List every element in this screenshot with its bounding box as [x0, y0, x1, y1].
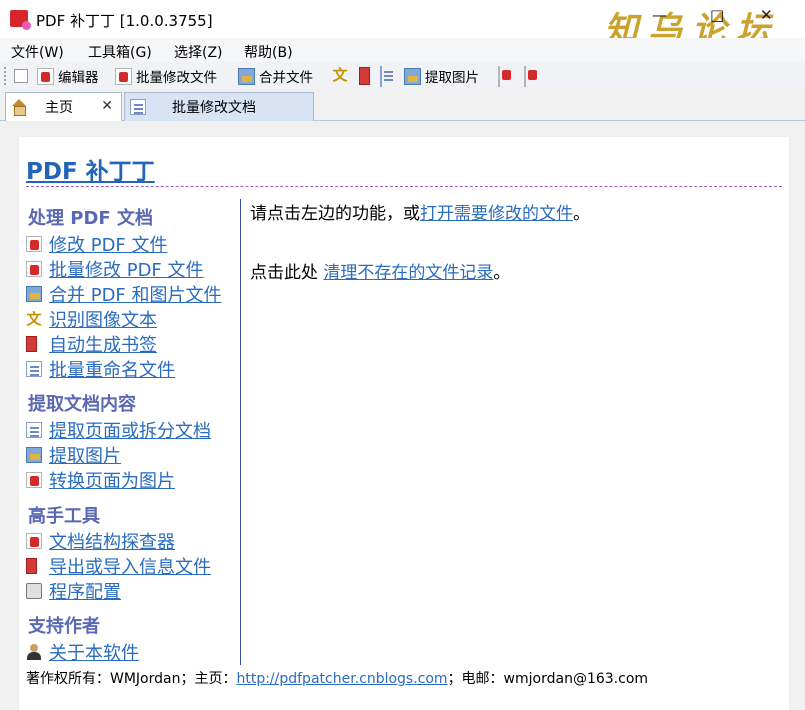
extract-pages-icon	[26, 422, 42, 438]
convert-to-image-icon	[26, 472, 42, 488]
section-heading-support: 支持作者	[28, 616, 100, 637]
link-extract-pages[interactable]: 提取页面或拆分文档	[26, 418, 211, 442]
intro-prefix: 请点击左边的功能，或	[250, 204, 420, 224]
rename-icon	[26, 361, 42, 377]
page-title[interactable]: PDF 补丁丁	[26, 152, 155, 186]
ocr-icon: 文	[26, 310, 42, 328]
link-label: 自动生成书签	[49, 335, 157, 356]
section-heading-extract: 提取文档内容	[28, 394, 136, 415]
batch-edit-label: 批量修改文件	[136, 70, 217, 86]
link-label: 批量重命名文件	[49, 360, 175, 381]
link-merge-pdf-images[interactable]: 合并 PDF 和图片文件	[26, 282, 222, 306]
footer: 著作权所有：WMJordan；主页：http://pdfpatcher.cnbl…	[26, 668, 648, 688]
document-icon	[130, 99, 146, 115]
window-title: PDF 补丁丁 [1.0.0.3755]	[36, 12, 213, 30]
homepage-link[interactable]: http://pdfpatcher.cnblogs.com	[236, 671, 447, 687]
title-divider	[26, 186, 782, 187]
pdf-edit-icon	[37, 67, 54, 85]
merge-icon	[238, 67, 255, 85]
merge-button[interactable]: 合并文件	[238, 66, 313, 86]
intro-line: 请点击左边的功能，或打开需要修改的文件。	[250, 199, 590, 224]
clean-records-link[interactable]: 清理不存在的文件记录	[323, 263, 493, 283]
extract-images-label: 提取图片	[425, 70, 479, 86]
tab-batch-edit[interactable]: 批量修改文档	[124, 92, 314, 121]
section-heading-process: 处理 PDF 文档	[28, 208, 153, 229]
link-about[interactable]: 关于本软件	[26, 640, 139, 664]
link-label: 提取图片	[49, 446, 121, 467]
link-label: 文档结构探查器	[49, 532, 175, 553]
section-heading-advanced: 高手工具	[28, 506, 100, 527]
link-settings[interactable]: 程序配置	[26, 579, 121, 603]
extract-pages-icon[interactable]	[380, 66, 382, 87]
link-label: 关于本软件	[49, 643, 139, 664]
menu-bar: 文件(W) 工具箱(G) 选择(Z) 帮助(B)	[0, 38, 805, 62]
toolbar: 编辑器 批量修改文件 合并文件 文 提取图片	[0, 62, 805, 89]
link-page-to-image[interactable]: 转换页面为图片	[26, 468, 175, 492]
sidebar-divider	[240, 199, 241, 665]
link-label: 修改 PDF 文件	[49, 235, 168, 256]
extract-images-button[interactable]: 提取图片	[404, 66, 479, 86]
link-extract-images[interactable]: 提取图片	[26, 443, 121, 467]
merge-icon	[26, 286, 42, 302]
cleanup-line: 点击此处 清理不存在的文件记录。	[250, 258, 510, 283]
tab-home[interactable]: 主页 ✕	[5, 92, 122, 121]
ocr-icon[interactable]: 文	[331, 67, 349, 85]
menu-toolbox[interactable]: 工具箱(G)	[88, 42, 152, 62]
menu-select[interactable]: 选择(Z)	[174, 42, 223, 62]
link-batch-edit-pdf[interactable]: 批量修改 PDF 文件	[26, 257, 204, 281]
link-label: 批量修改 PDF 文件	[49, 260, 204, 281]
bookmark-icon	[26, 336, 37, 352]
settings-icon	[26, 583, 42, 599]
convert-to-image-icon[interactable]	[498, 66, 500, 87]
image-icon	[26, 447, 42, 463]
link-label: 转换页面为图片	[49, 471, 175, 492]
cleanup-prefix: 点击此处	[250, 263, 324, 283]
link-export-import-info[interactable]: 导出或导入信息文件	[26, 554, 211, 578]
pdf-edit-icon	[26, 236, 42, 252]
link-label: 导出或导入信息文件	[49, 557, 211, 578]
title-bar: PDF 补丁丁 [1.0.0.3755] 知乌论坛 — □ ✕	[0, 0, 805, 50]
link-label: 合并 PDF 和图片文件	[49, 285, 222, 306]
menu-help[interactable]: 帮助(B)	[244, 42, 293, 62]
app-icon	[10, 10, 31, 30]
close-button[interactable]: ✕	[760, 6, 773, 24]
editor-button[interactable]: 编辑器	[37, 66, 99, 86]
home-icon	[11, 99, 27, 116]
menu-file[interactable]: 文件(W)	[11, 42, 64, 62]
pdf-batch-icon	[26, 261, 42, 277]
open-file-link[interactable]: 打开需要修改的文件	[420, 204, 573, 224]
maximize-button[interactable]: □	[710, 6, 724, 24]
cleanup-suffix: 。	[493, 263, 511, 283]
link-structure-inspector[interactable]: 文档结构探查器	[26, 529, 175, 553]
footer-suffix: ；电邮：wmjordan@163.com	[447, 671, 649, 687]
tab-home-label: 主页	[45, 100, 73, 116]
tab-batch-edit-label: 批量修改文档	[172, 100, 256, 116]
link-label: 程序配置	[49, 582, 121, 603]
link-auto-bookmark[interactable]: 自动生成书签	[26, 332, 157, 356]
toolbar-grip[interactable]	[4, 67, 7, 85]
intro-suffix: 。	[573, 204, 590, 224]
tab-close-icon[interactable]: ✕	[101, 98, 113, 114]
pdf-batch-icon	[115, 67, 132, 85]
footer-prefix: 著作权所有：WMJordan；主页：	[26, 671, 237, 687]
link-label: 提取页面或拆分文档	[49, 421, 211, 442]
structure-inspector-icon[interactable]	[524, 66, 526, 87]
link-batch-rename[interactable]: 批量重命名文件	[26, 357, 175, 381]
user-icon	[26, 644, 42, 660]
tab-strip: 主页 ✕ 批量修改文档	[0, 89, 805, 121]
bookmark-icon[interactable]	[359, 67, 370, 85]
checklist-icon[interactable]	[14, 69, 28, 83]
info-file-icon	[26, 558, 37, 574]
link-label: 识别图像文本	[49, 310, 157, 331]
image-icon	[404, 67, 421, 85]
structure-inspector-icon	[26, 533, 42, 549]
merge-label: 合并文件	[259, 70, 313, 86]
link-ocr[interactable]: 文 识别图像文本	[26, 307, 157, 331]
minimize-button[interactable]: —	[652, 6, 667, 24]
editor-label: 编辑器	[58, 70, 99, 86]
link-edit-pdf[interactable]: 修改 PDF 文件	[26, 232, 168, 256]
batch-edit-button[interactable]: 批量修改文件	[115, 66, 217, 86]
